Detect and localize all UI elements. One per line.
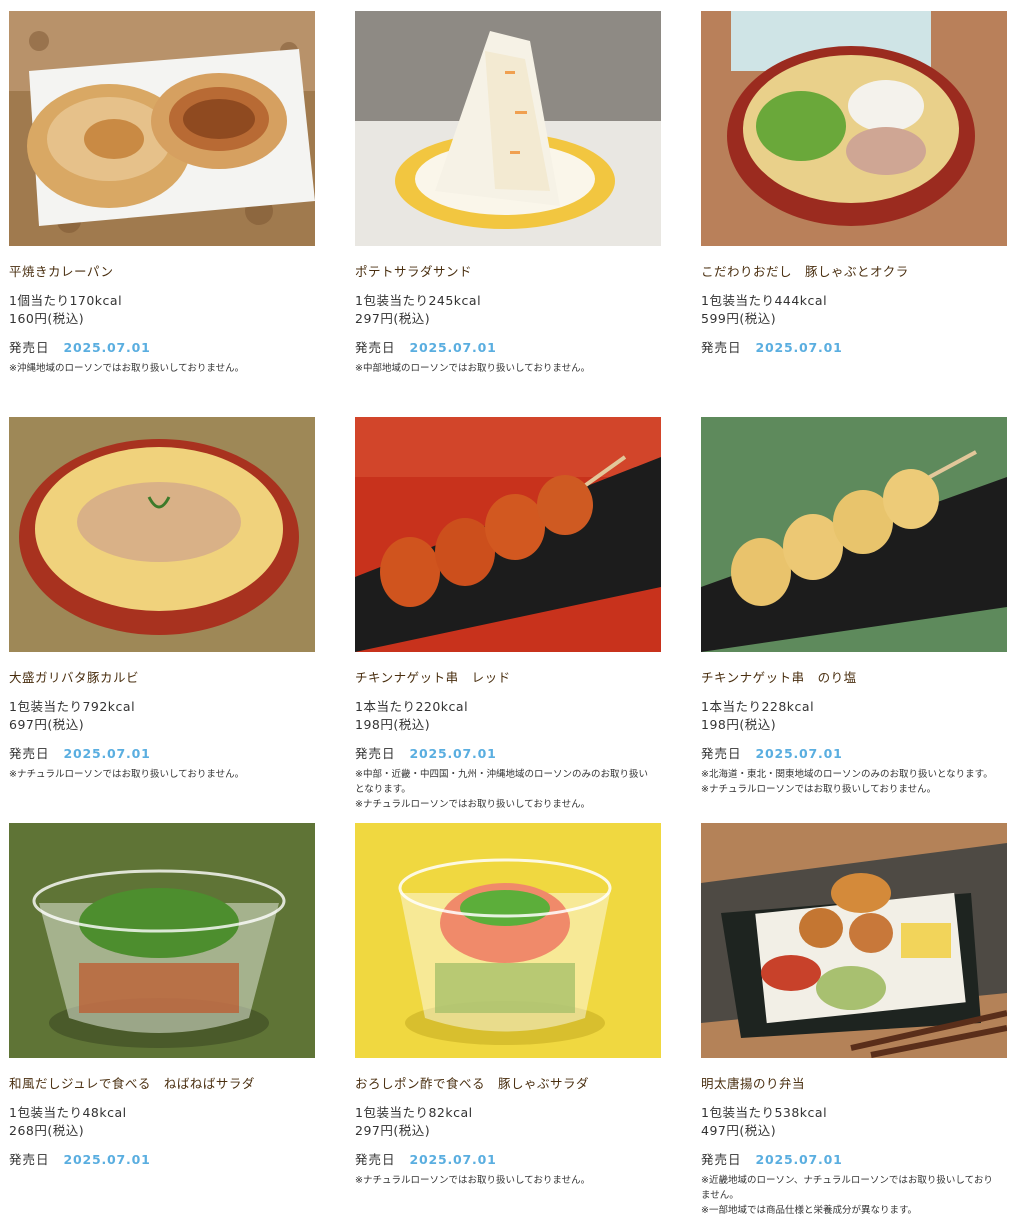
product-name[interactable]: 平焼きカレーパン [9, 263, 315, 281]
note-line: ※中部・近畿・中四国・九州・沖縄地域のローソンのみのお取り扱いとなります。 [355, 769, 648, 795]
pork-shabu-salad-photo[interactable] [355, 823, 661, 1058]
product-calories: 1包装当たり82kcal [355, 1105, 473, 1120]
availability-note: ※北海道・東北・関東地域のローソンのみのお取り扱いとなります。 ※ナチュラルロー… [701, 767, 1001, 797]
nori-salt-nugget-skewer-photo[interactable] [701, 417, 1007, 652]
product-price: 160円(税込) [9, 311, 85, 326]
red-nugget-skewer-photo[interactable] [355, 417, 661, 652]
product-name[interactable]: チキンナゲット串 のり塩 [701, 669, 1007, 687]
note-line: ※中部地域のローソンではお取り扱いしておりません。 [355, 363, 591, 374]
release-date-value: 2025.07.01 [63, 746, 151, 761]
release-date: 発売日 2025.07.01 [701, 339, 843, 357]
release-label: 発売日 [355, 1152, 396, 1167]
product-calories: 1包装当たり792kcal [9, 699, 136, 714]
product-price: 497円(税込) [701, 1123, 777, 1138]
note-line: ※ナチュラルローソンではお取り扱いしておりません。 [701, 784, 937, 795]
product-calories: 1本当たり228kcal [701, 699, 815, 714]
note-line: ※ナチュラルローソンではお取り扱いしておりません。 [9, 769, 245, 780]
note-line: ※ナチュラルローソンではお取り扱いしておりません。 [355, 799, 591, 810]
release-date-value: 2025.07.01 [755, 746, 843, 761]
sticky-salad-photo[interactable] [9, 823, 315, 1058]
product-grid: 平焼きカレーパン 1個当たり170kcal 160円(税込) 発売日 2025.0… [0, 0, 1017, 1220]
availability-note: ※ナチュラルローソンではお取り扱いしておりません。 [9, 767, 309, 782]
availability-note: ※中部地域のローソンではお取り扱いしておりません。 [355, 361, 655, 376]
pork-okra-noodle-photo[interactable] [701, 11, 1007, 246]
release-label: 発売日 [9, 746, 50, 761]
availability-note: ※中部・近畿・中四国・九州・沖縄地域のローソンのみのお取り扱いとなります。 ※ナ… [355, 767, 655, 812]
product-name[interactable]: ポテトサラダサンド [355, 263, 661, 281]
product-calories: 1本当たり220kcal [355, 699, 469, 714]
release-date-value: 2025.07.01 [63, 1152, 151, 1167]
release-label: 発売日 [701, 746, 742, 761]
product-calories: 1包装当たり48kcal [9, 1105, 127, 1120]
product-price: 697円(税込) [9, 717, 85, 732]
release-date: 発売日 2025.07.01 [701, 1151, 843, 1169]
product-calories: 1包装当たり538kcal [701, 1105, 828, 1120]
product-calories: 1個当たり170kcal [9, 293, 123, 308]
release-date-value: 2025.07.01 [409, 746, 497, 761]
product-name[interactable]: こだわりおだし 豚しゃぶとオクラ [701, 263, 1007, 281]
note-line: ※近畿地域のローソン、ナチュラルローソンではお取り扱いしておりません。 [701, 1175, 993, 1201]
release-date-value: 2025.07.01 [63, 340, 151, 355]
product-price: 297円(税込) [355, 1123, 431, 1138]
product-price: 198円(税込) [355, 717, 431, 732]
product-price: 297円(税込) [355, 311, 431, 326]
product-price: 599円(税込) [701, 311, 777, 326]
product-calories: 1包装当たり245kcal [355, 293, 482, 308]
release-label: 発売日 [355, 746, 396, 761]
release-date: 発売日 2025.07.01 [9, 745, 151, 763]
product-name[interactable]: チキンナゲット串 レッド [355, 669, 661, 687]
release-date: 発売日 2025.07.01 [355, 745, 497, 763]
release-label: 発売日 [701, 340, 742, 355]
note-line: ※沖縄地域のローソンではお取り扱いしておりません。 [9, 363, 245, 374]
release-date: 発売日 2025.07.01 [9, 1151, 151, 1169]
release-date-value: 2025.07.01 [409, 340, 497, 355]
note-line: ※北海道・東北・関東地域のローソンのみのお取り扱いとなります。 [701, 769, 993, 780]
product-price: 198円(税込) [701, 717, 777, 732]
product-price: 268円(税込) [9, 1123, 85, 1138]
product-name[interactable]: 和風だしジュレで食べる ねばねばサラダ [9, 1075, 315, 1093]
curry-bread-photo[interactable] [9, 11, 315, 246]
note-line: ※ナチュラルローソンではお取り扱いしておりません。 [355, 1175, 591, 1186]
release-date: 発売日 2025.07.01 [355, 1151, 497, 1169]
release-label: 発売日 [355, 340, 396, 355]
release-label: 発売日 [9, 340, 50, 355]
product-name[interactable]: おろしポン酢で食べる 豚しゃぶサラダ [355, 1075, 661, 1093]
release-date: 発売日 2025.07.01 [701, 745, 843, 763]
release-date-value: 2025.07.01 [755, 1152, 843, 1167]
potato-salad-sandwich-photo[interactable] [355, 11, 661, 246]
availability-note: ※沖縄地域のローソンではお取り扱いしておりません。 [9, 361, 309, 376]
product-name[interactable]: 明太唐揚のり弁当 [701, 1075, 1007, 1093]
mentai-karaage-bento-photo[interactable] [701, 823, 1007, 1058]
product-name[interactable]: 大盛ガリバタ豚カルビ [9, 669, 315, 687]
release-date: 発売日 2025.07.01 [9, 339, 151, 357]
release-date: 発売日 2025.07.01 [355, 339, 497, 357]
release-date-value: 2025.07.01 [755, 340, 843, 355]
product-calories: 1包装当たり444kcal [701, 293, 828, 308]
release-label: 発売日 [701, 1152, 742, 1167]
garlic-butter-pork-noodle-photo[interactable] [9, 417, 315, 652]
release-label: 発売日 [9, 1152, 50, 1167]
release-date-value: 2025.07.01 [409, 1152, 497, 1167]
note-line: ※一部地域では商品仕様と栄養成分が異なります。 [701, 1205, 918, 1216]
availability-note: ※ナチュラルローソンではお取り扱いしておりません。 [355, 1173, 655, 1188]
availability-note: ※近畿地域のローソン、ナチュラルローソンではお取り扱いしておりません。 ※一部地… [701, 1173, 1001, 1218]
